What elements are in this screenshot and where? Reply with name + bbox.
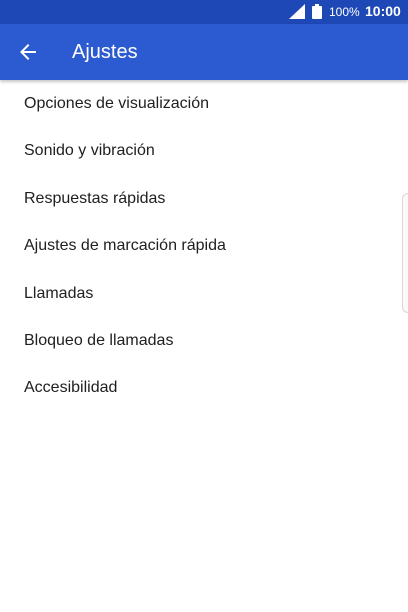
settings-list: Opciones de visualización Sonido y vibra… (0, 80, 408, 412)
settings-item-calls[interactable]: Llamadas (0, 270, 408, 317)
settings-screen: 100% 10:00 Ajustes Opciones de visualiza… (0, 0, 408, 612)
arrow-back-icon[interactable] (16, 40, 40, 64)
settings-item-label: Respuestas rápidas (24, 189, 166, 207)
page-title: Ajustes (72, 41, 138, 63)
status-bar: 100% 10:00 (0, 0, 408, 24)
battery-icon (312, 4, 322, 19)
settings-item-speed-dial[interactable]: Ajustes de marcación rápida (0, 222, 408, 269)
status-clock: 10:00 (365, 3, 401, 19)
settings-item-sound-vibration[interactable]: Sonido y vibración (0, 127, 408, 174)
settings-item-display-options[interactable]: Opciones de visualización (0, 80, 408, 127)
settings-item-accessibility[interactable]: Accesibilidad (0, 364, 408, 411)
battery-percentage: 100% (329, 5, 360, 19)
settings-item-label: Sonido y vibración (24, 142, 155, 160)
settings-item-call-blocking[interactable]: Bloqueo de llamadas (0, 317, 408, 364)
settings-item-label: Opciones de visualización (24, 95, 209, 112)
settings-item-label: Llamadas (24, 284, 94, 302)
settings-item-label: Ajustes de marcación rápida (24, 237, 226, 255)
signal-icon (289, 4, 305, 19)
settings-item-quick-responses[interactable]: Respuestas rápidas (0, 175, 408, 222)
settings-item-label: Accesibilidad (24, 379, 118, 397)
settings-item-label: Bloqueo de llamadas (24, 331, 174, 349)
app-bar: Ajustes (0, 24, 408, 80)
edge-panel-handle[interactable] (402, 193, 408, 313)
